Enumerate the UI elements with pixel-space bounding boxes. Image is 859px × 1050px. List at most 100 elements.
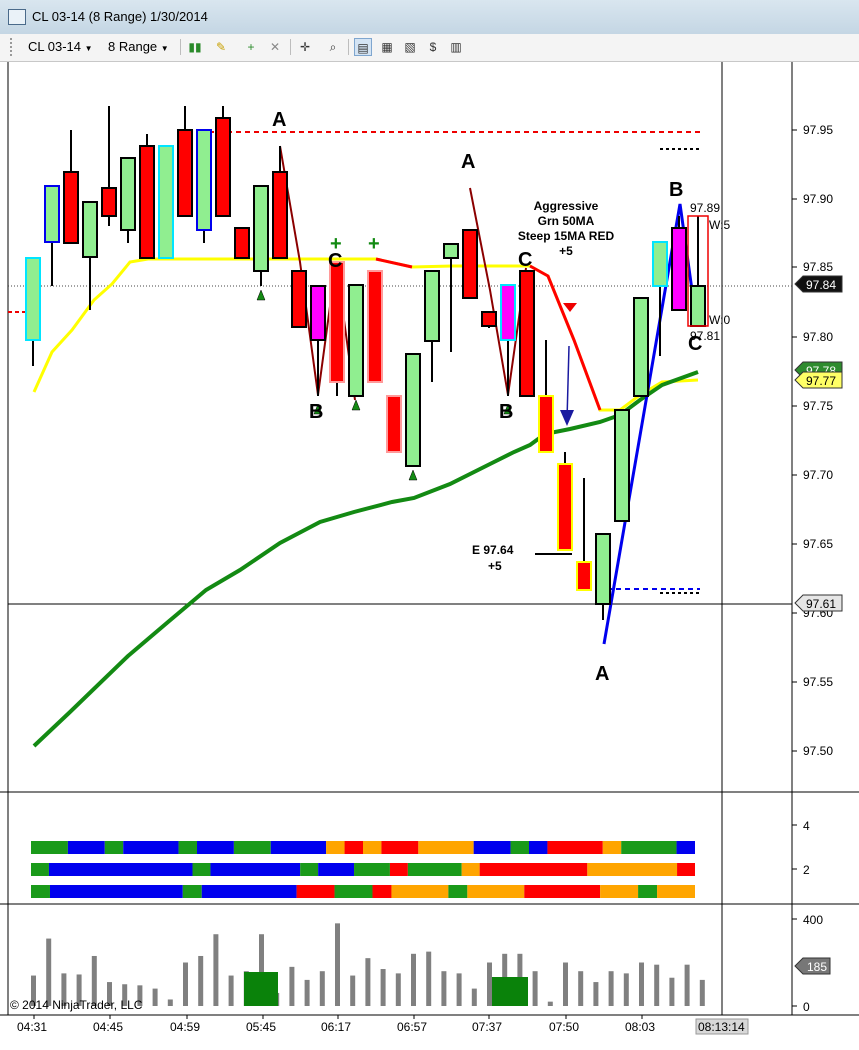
time-axis-label: 04:59 bbox=[170, 1020, 200, 1034]
trend-strip-segment bbox=[391, 885, 449, 898]
trend-strip-segment bbox=[201, 885, 297, 898]
price-axis-label: 97.55 bbox=[803, 675, 833, 689]
candle-body bbox=[500, 284, 516, 341]
snapshot-icon[interactable]: $ bbox=[424, 38, 442, 56]
trend-strip-segment bbox=[587, 863, 678, 876]
trend-strip-segment bbox=[600, 885, 639, 898]
trend-strip-segment bbox=[657, 885, 695, 898]
volume-bar bbox=[471, 988, 477, 1006]
candle-body bbox=[348, 284, 364, 397]
volume-bar bbox=[198, 955, 204, 1006]
trend-strip-segment bbox=[389, 863, 408, 876]
trend-strip-segment bbox=[326, 841, 345, 854]
time-axis-label: 04:45 bbox=[93, 1020, 123, 1034]
candle-body bbox=[215, 117, 231, 217]
volume-bar bbox=[547, 1001, 553, 1006]
window-title: CL 03-14 (8 Range) 1/30/2014 bbox=[32, 9, 208, 24]
candle-body bbox=[481, 311, 497, 327]
chart-toolbar: CL 03-14 ▼ 8 Range ▼ ▮▮ ✎ + ✕ ✛ ⌕ ▤ ▦ ▧ … bbox=[0, 34, 859, 62]
trend-strip-segment bbox=[381, 841, 419, 854]
time-axis-label: 06:57 bbox=[397, 1020, 427, 1034]
trend-strip-segment bbox=[197, 841, 234, 854]
volume-bar bbox=[563, 962, 568, 1006]
volume-bar bbox=[699, 979, 705, 1006]
period-label: 8 Range bbox=[108, 39, 158, 54]
wave-count-label: W:0 bbox=[709, 313, 730, 327]
candle-body bbox=[234, 227, 250, 259]
candle-body bbox=[443, 243, 459, 259]
price-axis-label: 97.95 bbox=[803, 123, 833, 137]
crosshair-icon[interactable]: ✛ bbox=[296, 38, 314, 56]
remove-icon[interactable]: ✕ bbox=[266, 38, 284, 56]
trend-strip-segment bbox=[270, 841, 327, 854]
instrument-selector[interactable]: CL 03-14 ▼ bbox=[28, 38, 93, 56]
trend-strip-segment bbox=[48, 863, 193, 876]
price-axis-label: 97.50 bbox=[803, 744, 833, 758]
candle-body bbox=[272, 171, 288, 259]
data-box-icon[interactable]: ▤ bbox=[354, 38, 372, 56]
volume-bar bbox=[213, 934, 219, 1006]
time-axis-label: 05:45 bbox=[246, 1020, 276, 1034]
volume-axis-label: 400 bbox=[803, 913, 823, 927]
ninjatrader-chart-icon bbox=[8, 9, 26, 25]
time-axis-label: 06:17 bbox=[321, 1020, 351, 1034]
trend-strip-segment bbox=[104, 841, 124, 854]
chart-style-icon[interactable]: ▮▮ bbox=[186, 38, 204, 56]
volume-bar bbox=[456, 973, 462, 1006]
trend-strip-segment bbox=[547, 841, 603, 854]
volume-bar bbox=[593, 982, 599, 1006]
volume-axis-label: 0 bbox=[803, 1000, 810, 1014]
candle-body bbox=[139, 145, 155, 259]
zoom-icon[interactable]: ⌕ bbox=[324, 38, 342, 56]
candle-body bbox=[614, 409, 630, 522]
candle-body bbox=[424, 270, 440, 342]
trend-strip-segment bbox=[334, 885, 373, 898]
price-axis-label: 97.85 bbox=[803, 260, 833, 274]
trend-strip-segment bbox=[233, 841, 271, 854]
candle-body bbox=[633, 297, 649, 397]
volume-bar bbox=[441, 971, 447, 1006]
candle-body bbox=[253, 185, 269, 272]
chart-canvas[interactable]: A C B A C B A B C + + 97.89 97.81 W:5 W:… bbox=[0, 62, 859, 1045]
chart-svg[interactable]: A C B A C B A B C + + 97.89 97.81 W:5 W:… bbox=[0, 62, 859, 1045]
trend-strip-segment bbox=[31, 863, 49, 876]
trend-strip-segment bbox=[676, 841, 695, 854]
period-selector[interactable]: 8 Range ▼ bbox=[108, 38, 169, 56]
trend-strip-segment bbox=[49, 885, 183, 898]
volume-bar bbox=[608, 971, 614, 1006]
trend-strip-segment bbox=[210, 863, 301, 876]
toolbar-grip[interactable] bbox=[10, 38, 16, 56]
instrument-label: CL 03-14 bbox=[28, 39, 81, 54]
wave-label: B bbox=[309, 401, 323, 423]
trend-strip-segment bbox=[31, 885, 50, 898]
trend-strip-segment bbox=[473, 841, 511, 854]
volume-bar bbox=[639, 962, 644, 1006]
layout-icon[interactable]: ▥ bbox=[447, 38, 465, 56]
draw-pencil-icon[interactable]: ✎ bbox=[212, 38, 230, 56]
candle-body bbox=[158, 145, 174, 259]
chevron-down-icon: ▼ bbox=[160, 44, 169, 53]
volume-bar bbox=[669, 977, 675, 1006]
candle-body bbox=[519, 270, 535, 397]
entry-result: +5 bbox=[488, 559, 502, 573]
trend-strip-segment bbox=[638, 885, 658, 898]
candle-body bbox=[63, 171, 79, 244]
candle-body bbox=[367, 270, 383, 383]
price-marker-label: 97.84 bbox=[806, 278, 836, 292]
volume-bar bbox=[654, 964, 660, 1006]
volume-bar bbox=[319, 971, 325, 1006]
candle-body bbox=[120, 157, 136, 231]
price-axis-label: 97.75 bbox=[803, 399, 833, 413]
strategies-icon[interactable]: ▦ bbox=[378, 38, 396, 56]
volume-bar bbox=[304, 979, 310, 1006]
volume-bar bbox=[167, 999, 173, 1006]
time-axis-label: 04:31 bbox=[17, 1020, 47, 1034]
add-indicator-icon[interactable]: + bbox=[242, 38, 260, 56]
properties-icon[interactable]: ▧ bbox=[401, 38, 419, 56]
price-axis-label: 97.90 bbox=[803, 192, 833, 206]
volume-bar bbox=[46, 938, 52, 1006]
time-axis-label: 07:37 bbox=[472, 1020, 502, 1034]
trend-strip-segment bbox=[602, 841, 622, 854]
candle-body bbox=[462, 229, 478, 299]
trend-strip-segment bbox=[318, 863, 355, 876]
